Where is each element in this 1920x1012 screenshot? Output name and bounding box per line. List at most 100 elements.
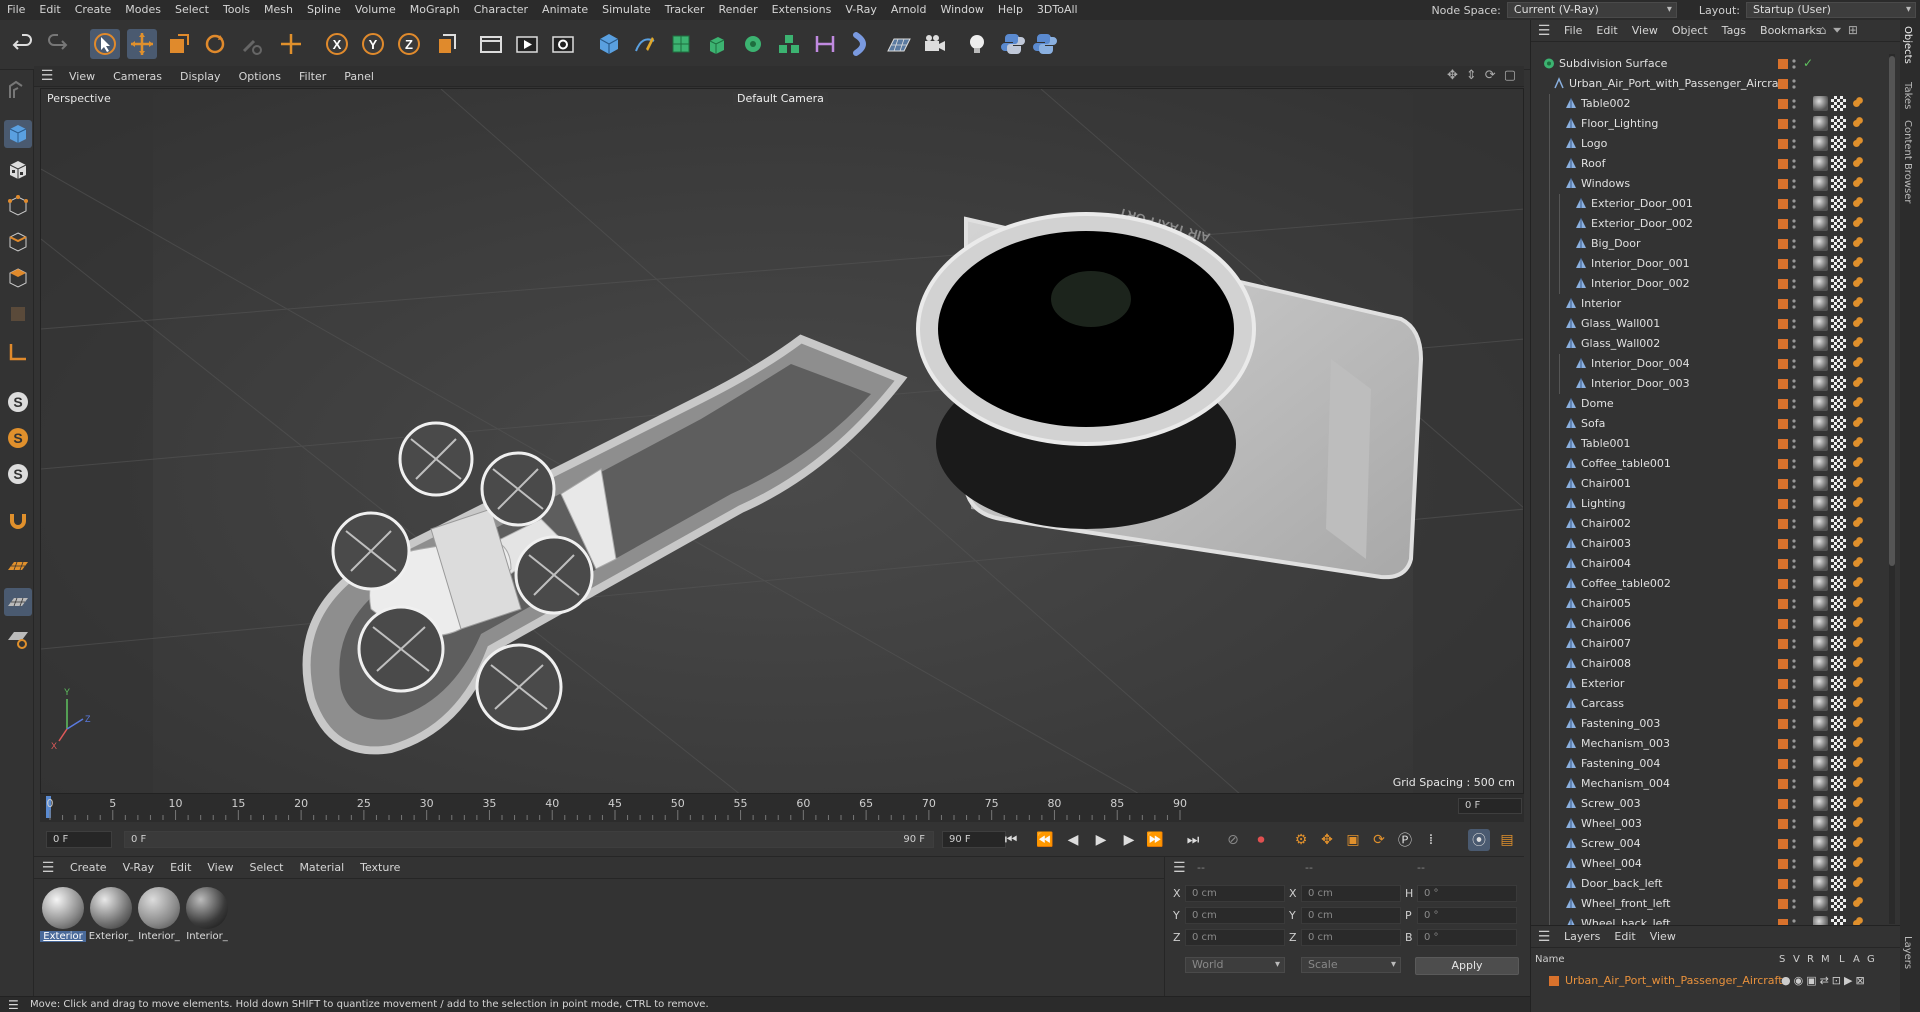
visibility-dots[interactable]	[1792, 377, 1796, 391]
layer-color-tag[interactable]	[1778, 59, 1788, 69]
texture-tag-icon[interactable]	[1831, 756, 1846, 771]
layer-color-tag[interactable]	[1778, 839, 1788, 849]
layer-color-tag[interactable]	[1778, 299, 1788, 309]
texture-tag-icon[interactable]	[1831, 556, 1846, 571]
axis-mode-icon[interactable]	[4, 338, 32, 366]
key-rotation-icon[interactable]: ⟳	[1368, 829, 1390, 851]
layer-color-tag[interactable]	[1778, 479, 1788, 489]
material-tag-icon[interactable]	[1849, 136, 1864, 151]
layer-menu-edit[interactable]: Edit	[1607, 930, 1642, 943]
material-tag-icon[interactable]	[1849, 256, 1864, 271]
object-row[interactable]: Urban_Air_Port_with_Passenger_Aircraft	[1531, 74, 1891, 94]
layer-color-tag[interactable]	[1778, 279, 1788, 289]
material-tag-icon[interactable]	[1849, 416, 1864, 431]
visibility-dots[interactable]	[1792, 877, 1796, 891]
visibility-dots[interactable]	[1792, 477, 1796, 491]
layer-color-tag[interactable]	[1778, 399, 1788, 409]
visibility-dots[interactable]	[1792, 837, 1796, 851]
texture-tag-icon[interactable]	[1831, 136, 1846, 151]
position-z-field[interactable]: 0 cm	[1185, 929, 1285, 946]
material-tag-icon[interactable]	[1849, 796, 1864, 811]
3d-viewport[interactable]: AIR TAXI PORT	[40, 88, 1524, 794]
phong-tag-icon[interactable]	[1813, 476, 1828, 491]
layer-color-tag[interactable]	[1778, 319, 1788, 329]
snap-settings-icon[interactable]: S	[4, 424, 32, 452]
points-mode-icon[interactable]	[4, 192, 32, 220]
texture-tag-icon[interactable]	[1831, 896, 1846, 911]
texture-tag-icon[interactable]	[1831, 156, 1846, 171]
camera-icon[interactable]	[920, 29, 950, 59]
redo-icon[interactable]	[42, 29, 72, 59]
layer-color-tag[interactable]	[1778, 599, 1788, 609]
layer-color-tag[interactable]	[1778, 499, 1788, 509]
texture-tag-icon[interactable]	[1831, 396, 1846, 411]
phong-tag-icon[interactable]	[1813, 796, 1828, 811]
material-tag-icon[interactable]	[1849, 736, 1864, 751]
material-tag-icon[interactable]	[1849, 856, 1864, 871]
interpolation-icon[interactable]: ⦿	[1468, 829, 1490, 851]
object-row[interactable]: Glass_Wall002	[1531, 334, 1891, 354]
visibility-dots[interactable]	[1792, 897, 1796, 911]
menu-render[interactable]: Render	[711, 0, 764, 20]
key-parameter-icon[interactable]: Ⓟ	[1394, 829, 1416, 851]
play-icon[interactable]: ▶	[1090, 829, 1112, 851]
phong-tag-icon[interactable]	[1813, 836, 1828, 851]
apply-button[interactable]: Apply	[1415, 957, 1519, 975]
texture-tag-icon[interactable]	[1831, 356, 1846, 371]
layer-color-tag[interactable]	[1778, 419, 1788, 429]
menu-tools[interactable]: Tools	[216, 0, 257, 20]
phong-tag-icon[interactable]	[1813, 496, 1828, 511]
object-row[interactable]: Coffee_table001	[1531, 454, 1891, 474]
layer-color-tag[interactable]	[1778, 379, 1788, 389]
visibility-dots[interactable]	[1792, 417, 1796, 431]
object-row[interactable]: Roof	[1531, 154, 1891, 174]
texture-tag-icon[interactable]	[1831, 596, 1846, 611]
layer-color-tag[interactable]	[1778, 699, 1788, 709]
menu-vray[interactable]: V-Ray	[838, 0, 884, 20]
render-view-icon[interactable]	[512, 29, 542, 59]
layer-color-tag[interactable]	[1778, 819, 1788, 829]
start-frame-field[interactable]: 0 F	[46, 831, 112, 848]
layer-menu-view[interactable]: View	[1643, 930, 1683, 943]
viewport-camera-label[interactable]: Default Camera	[733, 92, 828, 105]
position-y-field[interactable]: 0 cm	[1185, 907, 1285, 924]
object-row[interactable]: Chair008	[1531, 654, 1891, 674]
visibility-dots[interactable]	[1792, 757, 1796, 771]
visibility-dots[interactable]	[1792, 657, 1796, 671]
timeline-window-icon[interactable]: ▤	[1496, 829, 1518, 851]
material-tag-icon[interactable]	[1849, 116, 1864, 131]
texture-mode-icon[interactable]	[4, 156, 32, 184]
material-tag-icon[interactable]	[1849, 376, 1864, 391]
layer-color-tag[interactable]	[1778, 119, 1788, 129]
material-menu-texture[interactable]: Texture	[352, 861, 408, 874]
material-menu-icon[interactable]: ☰	[34, 860, 62, 876]
floor-icon[interactable]	[884, 29, 914, 59]
texture-tag-icon[interactable]	[1831, 696, 1846, 711]
layer-color-tag[interactable]	[1778, 99, 1788, 109]
orbit-view-icon[interactable]: ⟳	[1485, 68, 1496, 83]
visibility-dots[interactable]	[1792, 357, 1796, 371]
texture-tag-icon[interactable]	[1831, 216, 1846, 231]
phong-tag-icon[interactable]	[1813, 336, 1828, 351]
deformer-icon[interactable]	[810, 29, 840, 59]
texture-tag-icon[interactable]	[1831, 656, 1846, 671]
material-tag-icon[interactable]	[1849, 316, 1864, 331]
texture-tag-icon[interactable]	[1831, 236, 1846, 251]
layer-row[interactable]: Urban_Air_Port_with_Passenger_Aircraft ●…	[1531, 973, 1891, 990]
layer-color-tag[interactable]	[1778, 879, 1788, 889]
phong-tag-icon[interactable]	[1813, 196, 1828, 211]
material-tag-icon[interactable]	[1849, 456, 1864, 471]
visibility-dots[interactable]	[1792, 257, 1796, 271]
menu-edit[interactable]: Edit	[32, 0, 67, 20]
material-tag-icon[interactable]	[1849, 336, 1864, 351]
uvw-mode-icon[interactable]	[4, 300, 32, 328]
visibility-dots[interactable]	[1792, 117, 1796, 131]
material-tag-icon[interactable]	[1849, 176, 1864, 191]
visibility-dots[interactable]	[1792, 157, 1796, 171]
size-x-field[interactable]: 0 cm	[1301, 885, 1401, 902]
layer-color-tag[interactable]	[1778, 739, 1788, 749]
status-menu-icon[interactable]: ☰	[8, 997, 19, 1012]
object-search-icon[interactable]: ⌕⌂⏷⊞	[1806, 23, 1864, 38]
phong-tag-icon[interactable]	[1813, 616, 1828, 631]
object-row[interactable]: Lighting	[1531, 494, 1891, 514]
